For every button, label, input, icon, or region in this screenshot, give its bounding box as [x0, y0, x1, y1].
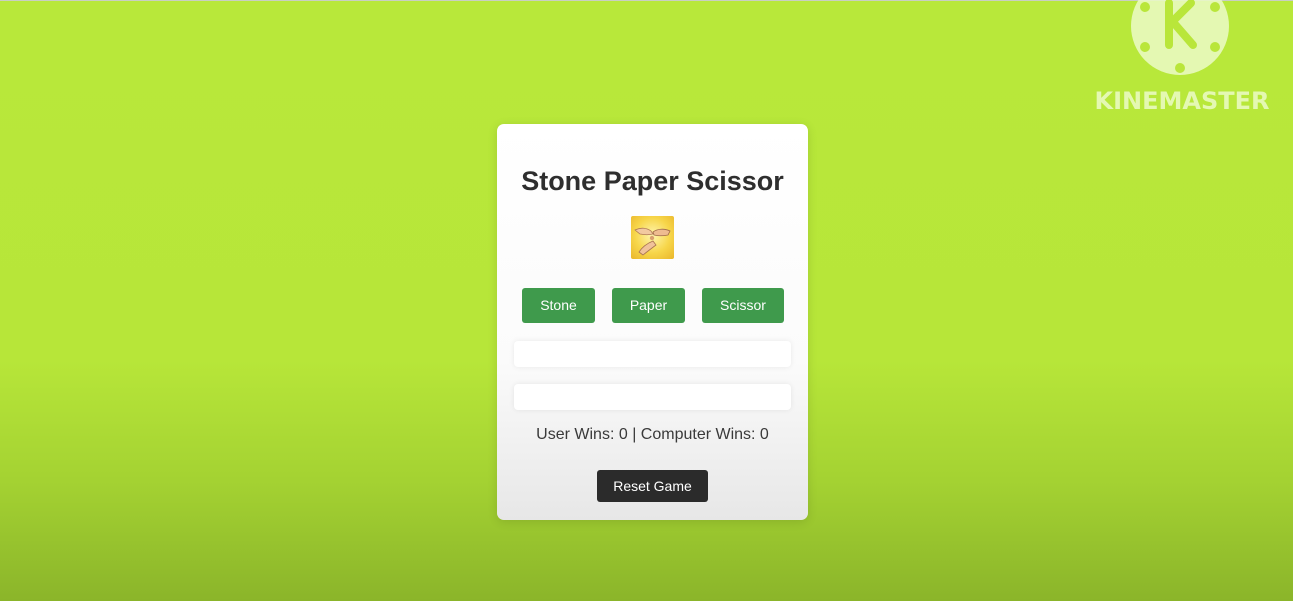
scissor-button[interactable]: Scissor	[702, 288, 784, 323]
reset-game-button[interactable]: Reset Game	[597, 470, 708, 502]
game-title: Stone Paper Scissor	[521, 166, 784, 196]
kinemaster-watermark: KINEMASTER	[1092, 0, 1272, 120]
score-text: User Wins: 0 | Computer Wins: 0	[536, 426, 769, 443]
stone-button[interactable]: Stone	[522, 288, 595, 323]
hands-rock-paper-scissors-image	[631, 216, 674, 259]
computer-choice-display	[514, 384, 791, 410]
paper-button[interactable]: Paper	[612, 288, 685, 323]
kinemaster-logo-icon	[1131, 0, 1229, 75]
result-display	[514, 341, 791, 367]
game-card: Stone Paper Scissor Stone Paper Scissor …	[497, 124, 808, 520]
kinemaster-watermark-text: KINEMASTER	[1094, 87, 1270, 115]
choice-buttons: Stone Paper Scissor	[497, 288, 808, 323]
